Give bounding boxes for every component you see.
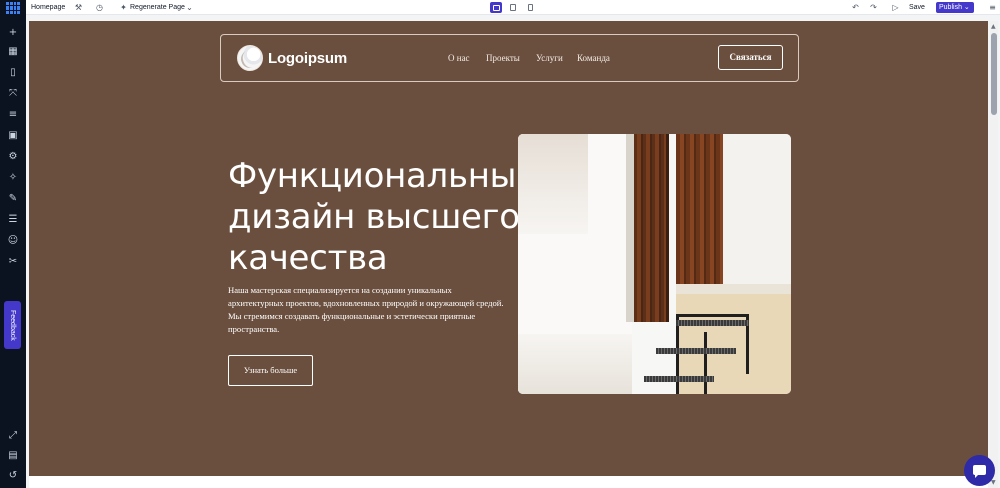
editor-sidebar: + ▦ ▯ ⤧ ≡ ▣ ⚙ ✧ ✎ ☰ ☺ ✂ Feedback ⤢ ▤ ↺ (0, 0, 26, 488)
wrench-icon[interactable]: ⚒ (74, 3, 83, 12)
tablet-view-button[interactable] (507, 2, 519, 13)
sections-icon[interactable]: ▦ (7, 46, 19, 58)
nav-link-about[interactable]: О нас (448, 53, 470, 63)
history-clock-icon[interactable]: ◷ (95, 3, 104, 12)
save-button[interactable]: Save (909, 2, 925, 13)
scrollbar-thumb[interactable] (991, 33, 997, 115)
canvas-bottom-strip (29, 476, 988, 488)
expand-icon[interactable]: ⤢ (7, 430, 19, 442)
feedback-tab[interactable]: Feedback (4, 301, 21, 349)
sparkle-icon: ✦ (120, 3, 127, 12)
desktop-view-button[interactable] (490, 2, 502, 13)
canvas-scrollbar[interactable]: ▲ ▼ (990, 21, 998, 488)
hero-title: Функциональный дизайн высшего качества (228, 156, 539, 278)
editor-topbar: Homepage ⚒ ◷ ✦ Regenerate Page ⌄ ↶ ↷ ▷ S… (26, 0, 1000, 15)
layout-icon[interactable]: ⤧ (7, 88, 19, 100)
chat-icon[interactable] (964, 455, 995, 486)
nav-link-team[interactable]: Команда (577, 53, 610, 63)
brush-icon[interactable]: ✎ (7, 193, 19, 205)
text-icon[interactable]: ≡ (7, 109, 19, 121)
mobile-view-button[interactable] (524, 2, 536, 13)
hero-image (518, 134, 791, 394)
redo-icon[interactable]: ↷ (869, 3, 878, 12)
logo-icon[interactable] (237, 45, 263, 71)
chevron-down-icon[interactable]: ⌄ (185, 3, 194, 12)
menu-icon[interactable]: ≡ (988, 3, 997, 12)
page-icon[interactable]: ▯ (7, 67, 19, 79)
undo-icon[interactable]: ↶ (851, 3, 860, 12)
regenerate-page-button[interactable]: Regenerate Page (130, 0, 185, 15)
app-logo-icon[interactable] (6, 2, 20, 14)
contact-button[interactable]: Связаться (718, 45, 783, 70)
logo-text[interactable]: Logoipsum (268, 50, 347, 67)
chevron-down-icon: ⌄ (963, 4, 970, 11)
docs-icon[interactable]: ▤ (7, 450, 19, 462)
nav-link-services[interactable]: Услуги (536, 53, 563, 63)
add-icon[interactable]: + (7, 27, 19, 39)
publish-button[interactable]: Publish ⌄ (936, 2, 974, 13)
settings-icon[interactable]: ⚙ (7, 151, 19, 163)
history-icon[interactable]: ↺ (7, 470, 19, 482)
nav-link-projects[interactable]: Проекты (486, 53, 520, 63)
users-icon[interactable]: ☺ (7, 235, 19, 247)
image-icon[interactable]: ▣ (7, 130, 19, 142)
learn-more-button[interactable]: Узнать больше (228, 355, 313, 386)
ai-icon[interactable]: ✧ (7, 172, 19, 184)
publish-label: Publish (939, 4, 962, 11)
preview-play-icon[interactable]: ▷ (891, 3, 900, 12)
tools-icon[interactable]: ✂ (7, 256, 19, 268)
database-icon[interactable]: ☰ (7, 214, 19, 226)
page-canvas: Logoipsum О нас Проекты Услуги Команда С… (29, 21, 988, 476)
site-header: Logoipsum О нас Проекты Услуги Команда С… (220, 34, 799, 82)
page-name[interactable]: Homepage (31, 0, 65, 15)
hero-description: Наша мастерская специализируется на созд… (228, 285, 504, 334)
scroll-up-icon[interactable]: ▲ (991, 23, 996, 30)
